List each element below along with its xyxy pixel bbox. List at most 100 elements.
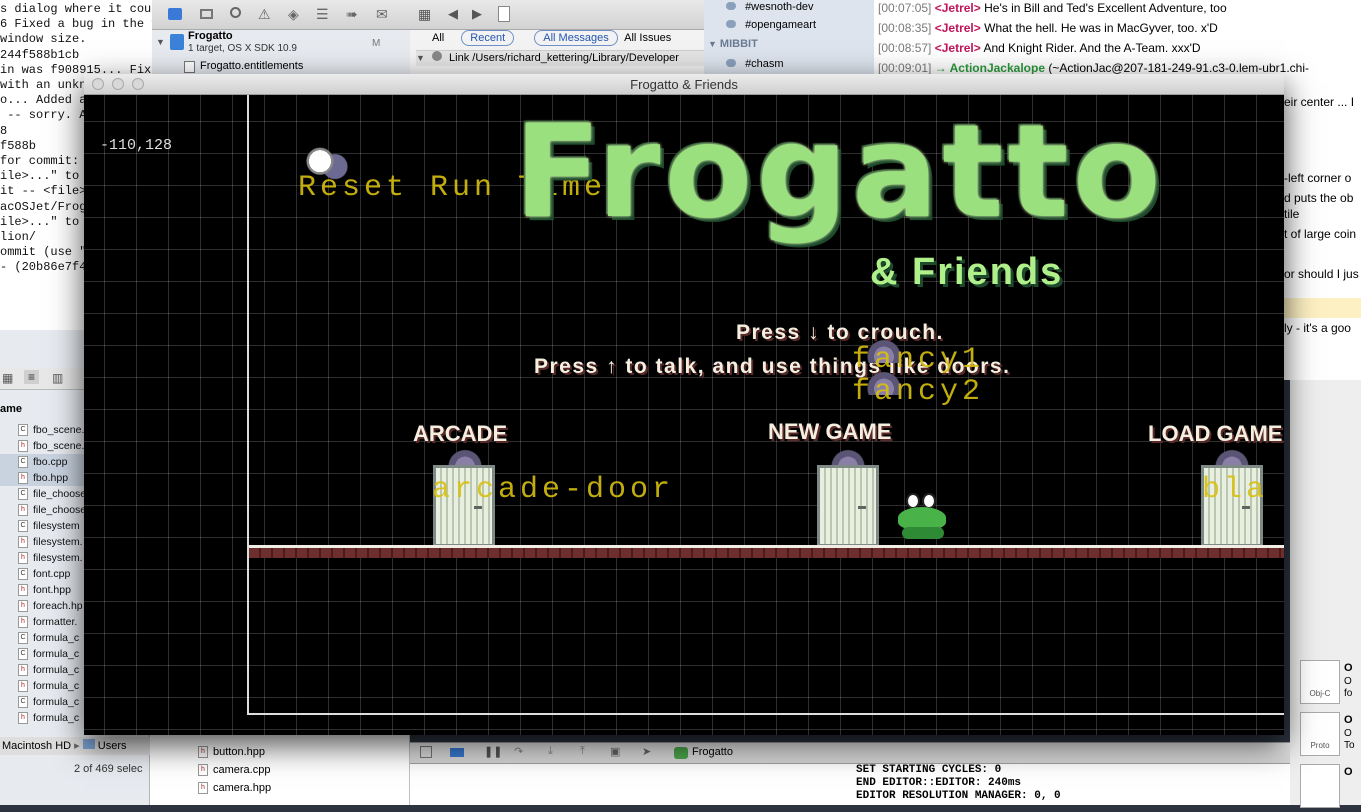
project-name[interactable]: Frogatto: [188, 30, 233, 42]
source-file-icon: C: [18, 488, 28, 500]
breakpoints-toggle-icon[interactable]: [450, 748, 464, 757]
header-file-icon: h: [18, 712, 28, 724]
file-row[interactable]: h button.hpp: [198, 743, 271, 761]
logo-subtitle: & Friends: [870, 251, 1064, 293]
window-title: Frogatto & Friends: [630, 77, 738, 92]
source-file-icon: C: [18, 520, 28, 532]
file-row[interactable]: h camera.cpp: [198, 761, 271, 779]
file-name: foreach.hp: [33, 600, 83, 612]
library-item[interactable]: Proto O O To: [1300, 712, 1361, 760]
filter-all-messages[interactable]: All Messages: [534, 30, 618, 46]
header-file-icon: h: [18, 680, 28, 692]
back-icon[interactable]: ◀: [448, 6, 458, 22]
path-users[interactable]: Users: [98, 740, 127, 752]
filter-recent[interactable]: Recent: [461, 30, 515, 46]
debug-scheme-label[interactable]: Frogatto: [692, 746, 733, 758]
step-over-icon[interactable]: ↷: [514, 745, 523, 758]
arcade-door-label[interactable]: arcade-door: [432, 473, 674, 507]
test-icon[interactable]: ◈: [288, 6, 299, 23]
game-canvas[interactable]: -110,128 Reset Run Time Frogatto & Frien…: [84, 95, 1284, 735]
xcode-navigator-toolbar: ⚠ ◈ ☰ ➠ ✉ ▦ ◀ ▶: [152, 0, 704, 30]
file-name: filesystem.: [33, 552, 83, 564]
file-name: formula_c: [33, 696, 80, 708]
game-titlebar[interactable]: Frogatto & Friends: [84, 74, 1284, 95]
chat-log: [00:07:05] <Jetrel> He's in Bill and Ted…: [878, 0, 1361, 80]
zoom-button[interactable]: [132, 78, 144, 90]
filter-all[interactable]: All: [432, 32, 444, 44]
file-name: formula_c: [33, 648, 80, 660]
channel-item[interactable]: #opengameart: [726, 19, 816, 31]
library-item-subtitle: O: [1344, 676, 1352, 687]
folder-icon[interactable]: [168, 8, 182, 20]
files-header[interactable]: ame: [0, 403, 22, 415]
press-crouch-hint: Press ↓ to crouch.: [736, 321, 944, 344]
message-nick[interactable]: <Jetrel>: [935, 21, 981, 35]
list-view-icon[interactable]: ≡: [24, 370, 40, 384]
step-out-icon[interactable]: ⤒: [580, 745, 585, 758]
bla-label[interactable]: bla: [1202, 473, 1268, 507]
file-row[interactable]: h camera.hpp: [198, 779, 271, 797]
fancy2-label[interactable]: fancy2: [852, 375, 984, 409]
chat-bubble-icon: [726, 2, 736, 10]
entitlements-file[interactable]: Frogatto.entitlements: [200, 60, 303, 72]
minimize-button[interactable]: [112, 78, 124, 90]
disclosure-triangle-icon[interactable]: ▼: [156, 37, 165, 47]
channel-item[interactable]: #wesnoth-dev: [726, 1, 814, 13]
filter-all-issues[interactable]: All Issues: [624, 32, 671, 44]
header-file-icon: h: [198, 764, 208, 776]
warning-icon[interactable]: ⚠: [258, 6, 271, 23]
step-in-icon[interactable]: ⤓: [548, 745, 553, 758]
source-file-icon: C: [18, 424, 28, 436]
forward-icon[interactable]: ▶: [472, 6, 482, 22]
floor-brick: [249, 548, 1284, 558]
console-line: EDITOR RESOLUTION MANAGER: 0, 0: [856, 790, 1061, 802]
channel-name: #opengameart: [745, 19, 817, 31]
path-disk[interactable]: Macintosh HD: [2, 740, 71, 752]
source-file-icon: C: [18, 648, 28, 660]
library-item-subtitle: fo: [1344, 688, 1353, 699]
hierarchy-icon[interactable]: [200, 9, 213, 19]
column-view-icon[interactable]: ▥: [52, 371, 63, 385]
chat-message-fragment: d puts the ob: [1284, 191, 1354, 205]
project-subtitle: 1 target, OS X SDK 10.9: [188, 43, 297, 54]
log-icon[interactable]: ✉: [376, 6, 388, 23]
view-debugger-icon[interactable]: ▣: [610, 745, 620, 758]
close-button[interactable]: [92, 78, 104, 90]
debug-console[interactable]: SET STARTING CYCLES: 0 END EDITOR::EDITO…: [410, 764, 1290, 805]
debug-icon[interactable]: ☰: [316, 6, 329, 23]
channel-name: #wesnoth-dev: [745, 1, 814, 13]
disclosure-triangle-icon: ▼: [708, 39, 717, 49]
message-nick[interactable]: <Jetrel>: [935, 41, 981, 55]
header-file-icon: h: [198, 746, 208, 758]
source-file-icon: C: [18, 456, 28, 468]
pause-icon[interactable]: ❚❚: [484, 745, 502, 758]
source-file-icon: C: [18, 632, 28, 644]
disclosure-triangle-icon[interactable]: ▼: [416, 53, 425, 63]
server-header[interactable]: ▼ MIBBIT: [708, 38, 758, 50]
search-icon[interactable]: [230, 7, 241, 18]
library-item[interactable]: Obj-C O Ofo: [1300, 660, 1361, 708]
message-nick[interactable]: <Jetrel>: [935, 1, 981, 15]
message-timestamp: [00:07:05]: [878, 1, 932, 15]
breakpoint-icon[interactable]: ➠: [346, 6, 358, 23]
hide-console-icon[interactable]: [420, 746, 432, 758]
channel-list: #wesnoth-dev #opengameart ▼ MIBBIT #chasm: [704, 0, 874, 75]
grid-icon[interactable]: ▦: [418, 6, 431, 23]
cursor-coords: -110,128: [100, 137, 173, 154]
file-name: formula_c: [33, 664, 80, 676]
icon-view-icon[interactable]: ▦: [2, 371, 13, 385]
message-timestamp: [00:08:35]: [878, 21, 932, 35]
message-nick[interactable]: → ActionJackalope: [935, 61, 1045, 75]
library-item-title: O: [1344, 766, 1353, 778]
channel-item[interactable]: #chasm: [726, 58, 784, 70]
header-file-icon: h: [198, 782, 208, 794]
scm-badge: M: [372, 38, 381, 49]
frog-player[interactable]: [894, 493, 950, 547]
file-name: formatter.: [33, 616, 78, 628]
new-game-door[interactable]: [817, 465, 879, 547]
game-window: Frogatto & Friends -110,128 Reset Run Ti…: [84, 74, 1284, 735]
file-icon[interactable]: [498, 6, 510, 22]
location-icon[interactable]: ➤: [642, 745, 651, 758]
console-line: END EDITOR::EDITOR: 240ms: [856, 777, 1022, 789]
header-file-icon: h: [18, 616, 28, 628]
